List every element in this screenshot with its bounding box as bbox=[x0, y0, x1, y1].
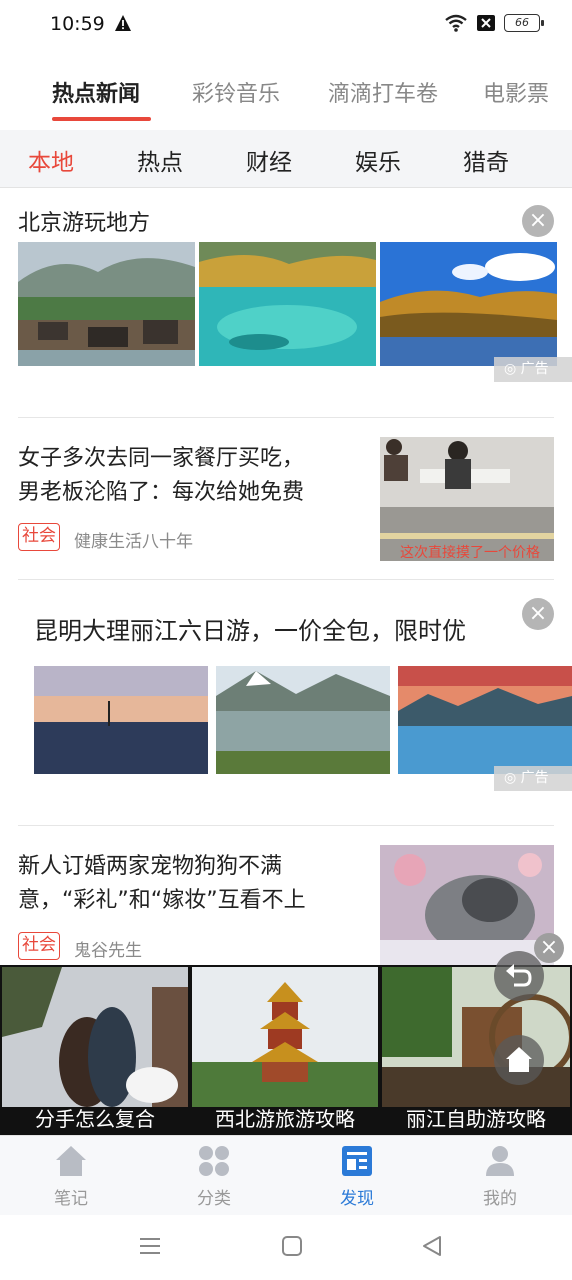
banner-caption[interactable]: 分手怎么复合 bbox=[2, 1106, 188, 1133]
ad-eye-icon: ◎ bbox=[504, 361, 517, 377]
close-ad-button[interactable]: × bbox=[522, 205, 554, 237]
news-feed: 北京游玩地方 × ◎ 广告 女子多次去同一家餐厅买吃， 男老板沦陷了：每次给她免… bbox=[0, 189, 572, 965]
ad-image-autumn-lake bbox=[380, 242, 557, 366]
banner-caption[interactable]: 西北游旅游攻略 bbox=[192, 1106, 378, 1133]
thumbnail-caption: 这次直接摸了一个价格 bbox=[400, 544, 540, 561]
tab-hot-news[interactable]: 热点新闻 bbox=[52, 76, 140, 108]
status-icons: 66 bbox=[444, 14, 544, 32]
ad-eye-icon: ◎ bbox=[504, 770, 517, 786]
nav-mine[interactable]: 我的 bbox=[455, 1144, 545, 1209]
tab-ringtone-music[interactable]: 彩铃音乐 bbox=[192, 76, 280, 108]
ad-title: 昆明大理丽江六日游，一价全包，限时优 bbox=[34, 617, 466, 645]
banner-caption[interactable]: 丽江自助游攻略 bbox=[382, 1106, 570, 1133]
category-finance[interactable]: 财经 bbox=[246, 143, 292, 177]
bottom-ad-banner[interactable]: 分手怎么复合 西北游旅游攻略 丽江自助游攻略 × bbox=[0, 933, 572, 1135]
ad-label: ◎ 广告 bbox=[494, 766, 572, 791]
ad-image-mountain-lake bbox=[216, 666, 390, 774]
warning-icon bbox=[115, 15, 131, 31]
banner-image-couple bbox=[2, 967, 188, 1107]
category-hot[interactable]: 热点 bbox=[137, 143, 183, 177]
house-icon bbox=[56, 1146, 86, 1176]
active-tab-indicator bbox=[52, 117, 151, 121]
divider bbox=[18, 579, 554, 580]
ad-image-lake bbox=[199, 242, 376, 366]
category-curiosity[interactable]: 猎奇 bbox=[463, 143, 509, 177]
category-entertainment[interactable]: 娱乐 bbox=[355, 143, 401, 177]
category-tag: 社会 bbox=[18, 932, 60, 960]
home-icon bbox=[506, 1047, 532, 1072]
news-title: 女子多次去同一家餐厅买吃， 男老板沦陷了：每次给她免费 bbox=[18, 446, 305, 505]
status-time: 10:59 bbox=[50, 13, 105, 35]
divider bbox=[18, 825, 554, 826]
bottom-navigation: 笔记 分类 发现 我的 bbox=[0, 1135, 572, 1215]
grid-icon bbox=[199, 1146, 229, 1176]
news-thumbnail-restaurant: 这次直接摸了一个价格 bbox=[380, 437, 554, 561]
category-tag: 社会 bbox=[18, 523, 60, 551]
back-float-button[interactable] bbox=[494, 951, 544, 1001]
home-float-button[interactable] bbox=[494, 1035, 544, 1085]
home-square-icon[interactable] bbox=[281, 1235, 303, 1257]
news-source: 鬼谷先生 bbox=[74, 941, 142, 961]
news-thumbnail-dog bbox=[380, 845, 554, 965]
nav-notes[interactable]: 笔记 bbox=[26, 1144, 116, 1209]
person-icon bbox=[486, 1146, 514, 1176]
tab-didi-coupon[interactable]: 滴滴打车卷 bbox=[328, 76, 438, 108]
nav-category[interactable]: 分类 bbox=[169, 1144, 259, 1209]
category-local[interactable]: 本地 bbox=[28, 143, 74, 177]
top-tab-bar: 热点新闻 彩铃音乐 滴滴打车卷 电影票 bbox=[0, 66, 572, 128]
ad-label: ◎ 广告 bbox=[494, 357, 572, 382]
battery-indicator: 66 bbox=[504, 14, 544, 32]
news-source: 健康生活八十年 bbox=[74, 532, 193, 552]
news-icon bbox=[342, 1146, 372, 1176]
close-ad-button[interactable]: × bbox=[522, 598, 554, 630]
banner-image-pagoda bbox=[192, 967, 378, 1107]
status-bar: 10:59 66 bbox=[0, 0, 572, 52]
category-tab-bar: 本地 热点 财经 娱乐 猎奇 bbox=[0, 130, 572, 188]
wifi-icon bbox=[445, 14, 467, 32]
ad-image-village bbox=[18, 242, 195, 366]
divider bbox=[18, 417, 554, 418]
news-title: 新人订婚两家宠物狗狗不满 意，“彩礼”和“嫁妆”互看不上 bbox=[18, 854, 306, 913]
tab-movie-ticket[interactable]: 电影票 bbox=[483, 76, 549, 108]
menu-icon[interactable] bbox=[139, 1235, 161, 1257]
nav-discover[interactable]: 发现 bbox=[312, 1144, 402, 1209]
ad-title: 北京游玩地方 bbox=[18, 211, 151, 236]
sim-blocked-icon bbox=[477, 15, 495, 31]
ad-image-red-sky-lake bbox=[398, 666, 572, 774]
back-triangle-icon[interactable] bbox=[421, 1235, 443, 1257]
ad-image-sunset-sea bbox=[34, 666, 208, 774]
system-navigation-bar bbox=[0, 1215, 572, 1280]
undo-icon bbox=[506, 964, 532, 987]
